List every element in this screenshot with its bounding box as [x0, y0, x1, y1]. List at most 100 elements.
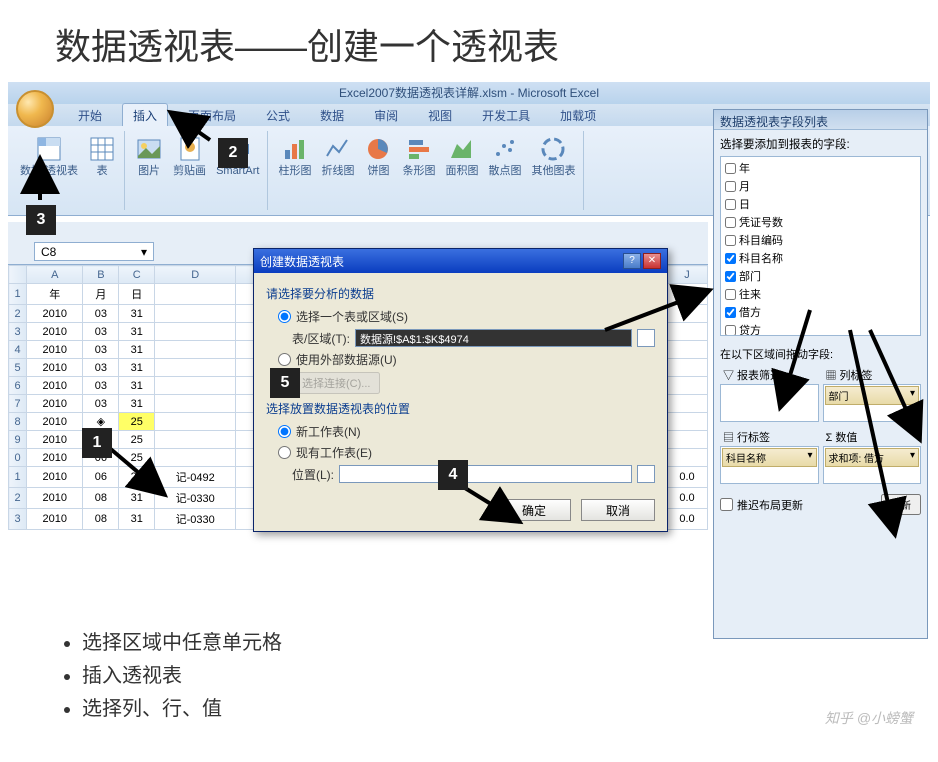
cell[interactable]: 31 [119, 377, 155, 395]
field-item[interactable]: 年 [723, 159, 918, 177]
tab-developer[interactable]: 开发工具 [472, 104, 540, 126]
opt-select-range[interactable]: 选择一个表或区域(S) [278, 306, 655, 327]
cell[interactable]: 31 [119, 359, 155, 377]
cell[interactable]: 03 [83, 377, 119, 395]
column-area[interactable]: 部门▾ [823, 384, 922, 422]
clipart-button[interactable]: 剪贴画 [171, 133, 208, 198]
pivot-table-button[interactable]: 数据 透视表 [18, 133, 80, 198]
tab-data[interactable]: 数据 [310, 104, 354, 126]
field-item[interactable]: 科目编码 [723, 231, 918, 249]
cell[interactable] [155, 377, 236, 395]
cell[interactable]: 31 [119, 395, 155, 413]
row-header[interactable]: 1 [9, 284, 27, 305]
cell[interactable]: 2010 [27, 413, 83, 431]
column-item[interactable]: 部门▾ [825, 386, 920, 405]
row-header[interactable]: 8 [9, 413, 27, 431]
cell[interactable] [155, 449, 236, 467]
opt-new-sheet[interactable]: 新工作表(N) [278, 421, 655, 442]
row-item[interactable]: 科目名称▾ [722, 448, 817, 467]
col-header[interactable]: J [666, 266, 707, 284]
row-header[interactable]: 0 [9, 449, 27, 467]
close-button[interactable]: ✕ [643, 253, 661, 269]
column-chart-button[interactable]: 柱形图 [276, 133, 313, 198]
range-picker-icon[interactable] [637, 329, 655, 347]
cell[interactable] [666, 449, 707, 467]
cell[interactable]: 记-0330 [155, 488, 236, 509]
cell[interactable]: 2010 [27, 323, 83, 341]
row-header[interactable]: 2 [9, 305, 27, 323]
pie-chart-button[interactable]: 饼图 [362, 133, 394, 198]
scatter-chart-button[interactable]: 散点图 [486, 133, 523, 198]
row-header[interactable]: 9 [9, 431, 27, 449]
field-item[interactable]: 凭证号数 [723, 213, 918, 231]
cell[interactable] [155, 413, 236, 431]
col-header[interactable]: D [155, 266, 236, 284]
bar-chart-button[interactable]: 条形图 [400, 133, 437, 198]
cell[interactable]: 2010 [27, 359, 83, 377]
row-header[interactable]: 4 [9, 341, 27, 359]
col-header[interactable]: C [119, 266, 155, 284]
row-header[interactable]: 2 [9, 488, 27, 509]
cell[interactable] [155, 359, 236, 377]
cell[interactable]: 31 [119, 305, 155, 323]
cell[interactable]: 03 [83, 305, 119, 323]
cell[interactable]: 月 [83, 284, 119, 305]
cell[interactable] [155, 305, 236, 323]
field-item[interactable]: 部门 [723, 267, 918, 285]
office-button[interactable] [16, 90, 54, 128]
cell[interactable]: 记-0330 [155, 509, 236, 530]
cell[interactable]: 2010 [27, 431, 83, 449]
cell[interactable]: 2010 [27, 488, 83, 509]
cell[interactable]: 31 [119, 509, 155, 530]
cell[interactable]: 2010 [27, 467, 83, 488]
location-picker-icon[interactable] [637, 465, 655, 483]
cell[interactable]: 2010 [27, 341, 83, 359]
cell[interactable] [666, 395, 707, 413]
table-button[interactable]: 表 [86, 133, 118, 198]
tab-formulas[interactable]: 公式 [256, 104, 300, 126]
cell[interactable] [666, 431, 707, 449]
cell[interactable]: 03 [83, 359, 119, 377]
cell[interactable] [155, 341, 236, 359]
defer-checkbox[interactable] [720, 498, 733, 511]
row-header[interactable]: 1 [9, 467, 27, 488]
tab-review[interactable]: 审阅 [364, 104, 408, 126]
row-area[interactable]: 科目名称▾ [720, 446, 819, 484]
field-item[interactable]: 贷方 [723, 321, 918, 336]
cell[interactable]: 0.0 [666, 509, 707, 530]
row-header[interactable]: 5 [9, 359, 27, 377]
opt-external[interactable]: 使用外部数据源(U) [278, 349, 655, 370]
cell[interactable]: 年 [27, 284, 83, 305]
cell[interactable]: 31 [119, 488, 155, 509]
cell[interactable]: 25 [119, 413, 155, 431]
cell[interactable]: 25 [119, 467, 155, 488]
field-item[interactable]: 月 [723, 177, 918, 195]
tab-addins[interactable]: 加载项 [550, 104, 606, 126]
tab-layout[interactable]: 页面布局 [178, 104, 246, 126]
field-checklist[interactable]: 年月日凭证号数科目编码科目名称部门往来借方贷方方向余额 [720, 156, 921, 336]
row-header[interactable]: 3 [9, 509, 27, 530]
tab-insert[interactable]: 插入 [122, 103, 168, 126]
cell[interactable] [666, 413, 707, 431]
cell[interactable] [666, 377, 707, 395]
cell[interactable] [666, 305, 707, 323]
cell[interactable] [155, 323, 236, 341]
range-input[interactable]: 数据源!$A$1:$K$4974 [355, 329, 632, 347]
cell[interactable]: 31 [119, 323, 155, 341]
location-input[interactable] [339, 465, 632, 483]
value-item[interactable]: 求和项: 借方▾ [825, 448, 920, 467]
cell[interactable] [666, 323, 707, 341]
cell[interactable] [666, 341, 707, 359]
tab-view[interactable]: 视图 [418, 104, 462, 126]
field-item[interactable]: 科目名称 [723, 249, 918, 267]
area-chart-button[interactable]: 面积图 [443, 133, 480, 198]
cell[interactable]: 2010 [27, 377, 83, 395]
cell[interactable] [155, 395, 236, 413]
cell[interactable]: 日 [119, 284, 155, 305]
cancel-button[interactable]: 取消 [581, 499, 655, 521]
tab-home[interactable]: 开始 [68, 104, 112, 126]
cell[interactable]: 0.0 [666, 488, 707, 509]
other-chart-button[interactable]: 其他图表 [529, 133, 577, 198]
cell[interactable]: 记-0492 [155, 467, 236, 488]
cell[interactable]: 2010 [27, 509, 83, 530]
